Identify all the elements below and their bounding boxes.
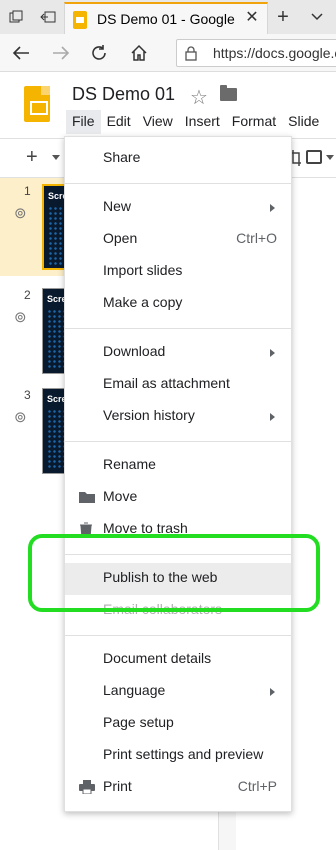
slide-number: 2 <box>24 288 31 302</box>
menu-item-version-history[interactable]: Version history <box>65 401 291 433</box>
menu-item-label: Language <box>103 682 166 698</box>
menu-item-email-attachment[interactable]: Email as attachment <box>65 369 291 401</box>
new-slide-caret-icon[interactable] <box>52 155 60 160</box>
menu-item-download[interactable]: Download <box>65 337 291 369</box>
menu-item-print-settings[interactable]: Print settings and preview <box>65 740 291 772</box>
menu-item-import-slides[interactable]: Import slides <box>65 256 291 288</box>
menu-view[interactable]: View <box>137 110 179 134</box>
set-tabs-aside-icon[interactable] <box>32 0 64 34</box>
menu-item-move[interactable]: Move <box>65 482 291 514</box>
image-caret-icon[interactable] <box>326 155 334 160</box>
submenu-arrow-icon <box>270 204 275 212</box>
menu-item-label: Publish to the web <box>103 569 218 585</box>
menu-item-publish-to-web[interactable]: Publish to the web <box>65 563 291 595</box>
menu-item-label: Make a copy <box>103 294 183 310</box>
home-icon[interactable] <box>126 40 152 66</box>
menu-item-language[interactable]: Language <box>65 676 291 708</box>
tab-actions-icon[interactable] <box>0 0 32 34</box>
menu-bar: File Edit View Insert Format Slide <box>66 110 325 134</box>
menu-item-label: Version history <box>103 407 195 423</box>
browser-tab-strip: DS Demo 01 - Google S ✕ + <box>0 0 336 34</box>
menu-item-label: Move to trash <box>103 520 188 536</box>
menu-item-rename[interactable]: Rename <box>65 450 291 482</box>
address-bar[interactable]: https://docs.google.co <box>176 39 336 67</box>
trash-icon <box>79 522 93 541</box>
linked-object-icon: ⊚ <box>14 409 27 426</box>
menu-item-label: Email collaborators <box>103 601 223 617</box>
menu-item-label: Open <box>103 230 138 246</box>
menu-item-new[interactable]: New <box>65 192 291 224</box>
docs-header: DS Demo 01 ☆ File Edit View Insert Forma… <box>0 72 336 138</box>
linked-object-icon: ⊚ <box>14 309 27 326</box>
slide-number: 3 <box>24 388 31 402</box>
menu-item-label: New <box>103 198 132 214</box>
menu-item-make-copy[interactable]: Make a copy <box>65 288 291 320</box>
browser-nav-bar: https://docs.google.co <box>0 34 336 72</box>
menu-item-document-details[interactable]: Document details <box>65 644 291 676</box>
slide-number: 1 <box>24 184 31 198</box>
submenu-arrow-icon <box>270 413 275 421</box>
menu-divider <box>65 554 291 555</box>
printer-icon <box>79 780 95 797</box>
menu-item-move-to-trash[interactable]: Move to trash <box>65 514 291 546</box>
menu-item-page-setup[interactable]: Page setup <box>65 708 291 740</box>
file-menu-dropdown: Share New Open Ctrl+O Import slides Make… <box>64 136 292 812</box>
chevron-down-icon[interactable] <box>306 6 328 28</box>
menu-item-label: Move <box>103 488 138 504</box>
tab-title: DS Demo 01 - Google S <box>97 11 237 27</box>
menu-slide[interactable]: Slide <box>282 110 325 134</box>
menu-file[interactable]: File <box>66 110 101 134</box>
forward-icon[interactable] <box>48 40 74 66</box>
back-icon[interactable] <box>8 40 34 66</box>
menu-item-label: Page setup <box>103 714 174 730</box>
shortcut-label: Ctrl+P <box>237 778 277 794</box>
menu-item-label: Import slides <box>103 262 183 278</box>
menu-item-share[interactable]: Share <box>65 143 291 175</box>
folder-icon[interactable] <box>220 85 237 101</box>
menu-divider <box>65 183 291 184</box>
menu-format[interactable]: Format <box>226 110 282 134</box>
close-tab-icon[interactable]: ✕ <box>243 8 261 26</box>
menu-item-label: Document details <box>103 650 212 666</box>
menu-item-label: Print settings and preview <box>103 746 264 762</box>
document-title[interactable]: DS Demo 01 <box>72 84 175 105</box>
menu-divider <box>65 635 291 636</box>
browser-tab-active[interactable]: DS Demo 01 - Google S ✕ <box>64 2 268 34</box>
shortcut-label: Ctrl+O <box>236 230 277 246</box>
menu-item-label: Print <box>103 778 132 794</box>
menu-divider <box>65 441 291 442</box>
menu-item-label: Share <box>103 149 141 165</box>
new-tab-icon[interactable]: + <box>272 6 294 28</box>
menu-item-label: Rename <box>103 456 156 472</box>
star-icon[interactable]: ☆ <box>190 85 208 110</box>
new-slide-icon[interactable]: + <box>26 146 38 169</box>
refresh-icon[interactable] <box>86 40 112 66</box>
slides-favicon-icon <box>73 11 87 29</box>
menu-item-email-collaborators: Email collaborators <box>65 595 291 627</box>
menu-item-print[interactable]: Print Ctrl+P <box>65 772 291 804</box>
slides-logo-icon[interactable] <box>24 86 50 122</box>
menu-edit[interactable]: Edit <box>101 110 137 134</box>
menu-divider <box>65 328 291 329</box>
submenu-arrow-icon <box>270 349 275 357</box>
image-icon[interactable] <box>306 150 322 164</box>
lock-icon <box>185 46 197 64</box>
url-text: https://docs.google.co <box>213 45 336 61</box>
menu-item-label: Download <box>103 343 166 359</box>
folder-icon <box>79 490 95 506</box>
menu-item-label: Email as attachment <box>103 375 230 391</box>
submenu-arrow-icon <box>270 688 275 696</box>
menu-insert[interactable]: Insert <box>179 110 226 134</box>
menu-item-open[interactable]: Open Ctrl+O <box>65 224 291 256</box>
linked-object-icon: ⊚ <box>14 205 27 222</box>
